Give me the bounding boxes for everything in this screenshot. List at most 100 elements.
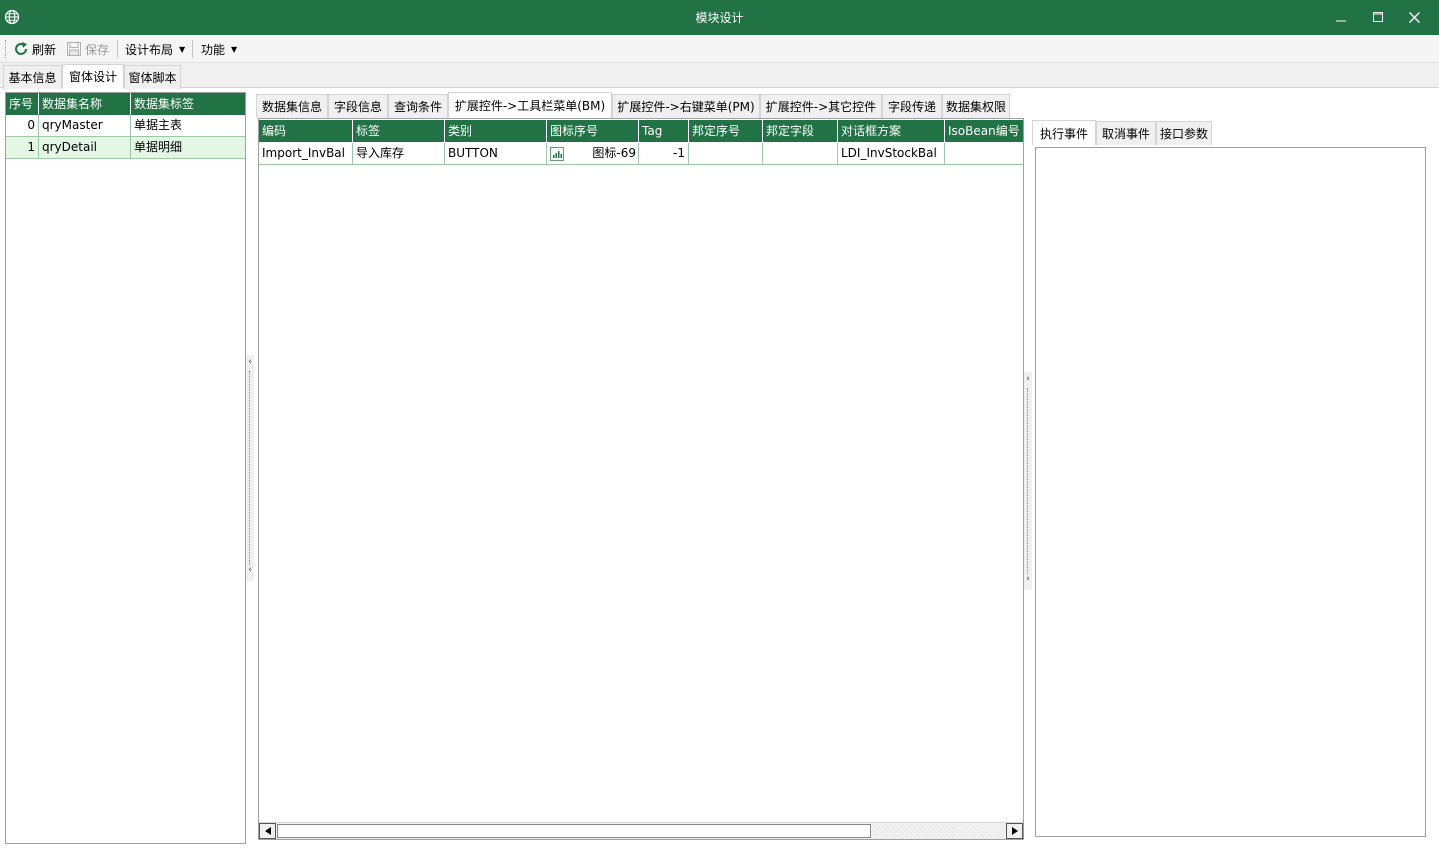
toolbar-grid-header: 编码 标签 类别 图标序号 Tag 邦定序号 邦定字段 对话框方案 IsoBea…: [259, 120, 1023, 142]
title-bar: 模块设计: [0, 0, 1439, 35]
scroll-right-button[interactable]: [1006, 823, 1023, 839]
design-layout-dropdown[interactable]: 设计布局 ▼: [125, 39, 185, 59]
scrollbar-track[interactable]: [873, 824, 1003, 838]
maximize-button[interactable]: [1368, 7, 1388, 27]
column-header[interactable]: 图标序号: [547, 120, 639, 142]
tab-dataset-permissions[interactable]: 数据集权限: [942, 94, 1010, 118]
tab-label: 字段信息: [333, 100, 382, 114]
tab-label: 扩展控件->右键菜单(PM): [617, 100, 755, 114]
toolbar-separator: [192, 40, 193, 58]
icon-index-value: 图标-69: [592, 146, 636, 160]
save-label: 保存: [85, 42, 110, 57]
dataset-grid: 序号 数据集名称 数据集标签 0 qryMaster 单据主表 1 qryDet…: [5, 92, 246, 844]
tab-execute-event[interactable]: 执行事件: [1032, 120, 1096, 145]
tab-toolbar-menu[interactable]: 扩展控件->工具栏菜单(BM): [448, 92, 612, 118]
column-header[interactable]: 邦定序号: [689, 120, 763, 142]
column-header[interactable]: IsoBean编号: [945, 120, 1023, 142]
chevron-left-icon[interactable]: ‹: [246, 565, 254, 575]
cell-dataset-name: qryMaster: [39, 115, 131, 137]
refresh-button[interactable]: 刷新: [13, 39, 56, 59]
dataset-grid-header: 序号 数据集名称 数据集标签: [6, 93, 245, 115]
tab-field-info[interactable]: 字段信息: [328, 94, 388, 118]
tab-label: 执行事件: [1039, 126, 1088, 141]
column-header[interactable]: Tag: [639, 120, 689, 142]
tab-form-script[interactable]: 窗体脚本: [124, 65, 181, 89]
close-button[interactable]: [1404, 7, 1424, 27]
cell-dataset-label: 单据明细: [131, 137, 245, 159]
function-dropdown[interactable]: 功能 ▼: [201, 39, 237, 59]
column-header[interactable]: 编码: [259, 120, 353, 142]
tab-form-design[interactable]: 窗体设计: [62, 64, 124, 88]
save-button[interactable]: 保存: [66, 39, 109, 59]
toolbar-menu-grid: 编码 标签 类别 图标序号 Tag 邦定序号 邦定字段 对话框方案 IsoBea…: [258, 118, 1024, 840]
design-layout-label: 设计布局: [125, 42, 174, 57]
column-header[interactable]: 数据集名称: [39, 93, 131, 115]
cell-dataset-name: qryDetail: [39, 137, 131, 159]
right-splitter[interactable]: › ›: [1024, 372, 1032, 590]
cell-label: 导入库存: [353, 143, 445, 165]
tab-other-controls[interactable]: 扩展控件->其它控件: [760, 94, 882, 118]
scrollbar-thumb[interactable]: [277, 824, 871, 838]
splitter-grip: [1027, 388, 1028, 574]
chevron-left-icon[interactable]: ‹: [246, 357, 254, 367]
cell-index: 1: [6, 137, 39, 159]
toolbar: 刷新 保存 设计布局 ▼ 功能 ▼: [0, 35, 1439, 63]
column-header[interactable]: 邦定字段: [763, 120, 838, 142]
close-icon: [1408, 11, 1420, 23]
tab-dataset-info[interactable]: 数据集信息: [256, 94, 328, 118]
dataset-grid-body: 0 qryMaster 单据主表 1 qryDetail 单据明细: [6, 115, 245, 159]
tab-label: 查询条件: [393, 100, 442, 114]
chevron-right-icon[interactable]: ›: [1024, 374, 1032, 384]
function-label: 功能: [201, 42, 226, 57]
cell-dataset-label: 单据主表: [131, 115, 245, 137]
cell-dialog-scheme: LDI_InvStockBal: [838, 143, 945, 165]
column-header[interactable]: 序号: [6, 93, 39, 115]
chart-icon: [550, 146, 564, 161]
main-tabs: 基本信息 窗体设计 窗体脚本: [0, 63, 1439, 89]
tab-label: 扩展控件->工具栏菜单(BM): [454, 99, 606, 113]
column-header[interactable]: 类别: [445, 120, 547, 142]
tab-label: 接口参数: [1159, 127, 1208, 141]
left-splitter[interactable]: ‹ ‹: [246, 355, 254, 581]
toolbar-separator: [117, 40, 118, 58]
column-header[interactable]: 标签: [353, 120, 445, 142]
cell-code: Import_InvBal: [259, 143, 353, 165]
minimize-button[interactable]: [1331, 7, 1351, 27]
triangle-right-icon: [1011, 827, 1018, 835]
tab-query-conditions[interactable]: 查询条件: [388, 94, 448, 118]
tab-label: 窗体脚本: [128, 71, 177, 85]
tab-label: 数据集信息: [261, 100, 322, 114]
tab-cancel-event[interactable]: 取消事件: [1096, 121, 1156, 145]
column-header[interactable]: 对话框方案: [838, 120, 945, 142]
tab-context-menu[interactable]: 扩展控件->右键菜单(PM): [612, 94, 760, 118]
splitter-grip: [249, 371, 250, 565]
cell-bind-field: [763, 143, 838, 165]
scroll-left-button[interactable]: [259, 823, 276, 839]
cell-icon-index: 图标-69: [547, 143, 639, 165]
tab-label: 数据集权限: [945, 100, 1006, 114]
chevron-right-icon[interactable]: ›: [1024, 574, 1032, 584]
tab-label: 基本信息: [8, 71, 57, 85]
table-row[interactable]: Import_InvBal 导入库存 BUTTON 图标-69 -1 LDI_I…: [259, 143, 1023, 165]
event-editor[interactable]: [1035, 147, 1426, 837]
column-header[interactable]: 数据集标签: [131, 93, 245, 115]
cell-bind-index: [689, 143, 763, 165]
chevron-down-icon: ▼: [179, 44, 186, 54]
tab-basic-info[interactable]: 基本信息: [3, 65, 62, 89]
table-row[interactable]: 1 qryDetail 单据明细: [6, 137, 245, 159]
tab-field-transfer[interactable]: 字段传递: [882, 94, 942, 118]
cell-tag: -1: [639, 143, 689, 165]
toolbar-grid-body: Import_InvBal 导入库存 BUTTON 图标-69 -1 LDI_I…: [259, 143, 1023, 165]
tab-label: 扩展控件->其它控件: [765, 100, 877, 114]
tab-label: 字段传递: [887, 100, 936, 114]
horizontal-scrollbar[interactable]: [259, 822, 1023, 839]
table-row[interactable]: 0 qryMaster 单据主表: [6, 115, 245, 137]
toolbar-grip: [5, 40, 6, 58]
chevron-down-icon: ▼: [231, 44, 238, 54]
tab-interface-params[interactable]: 接口参数: [1156, 121, 1212, 145]
cell-index: 0: [6, 115, 39, 137]
tab-label: 取消事件: [1101, 127, 1150, 141]
refresh-label: 刷新: [32, 42, 57, 57]
cell-type: BUTTON: [445, 143, 547, 165]
maximize-icon: [1373, 12, 1383, 22]
